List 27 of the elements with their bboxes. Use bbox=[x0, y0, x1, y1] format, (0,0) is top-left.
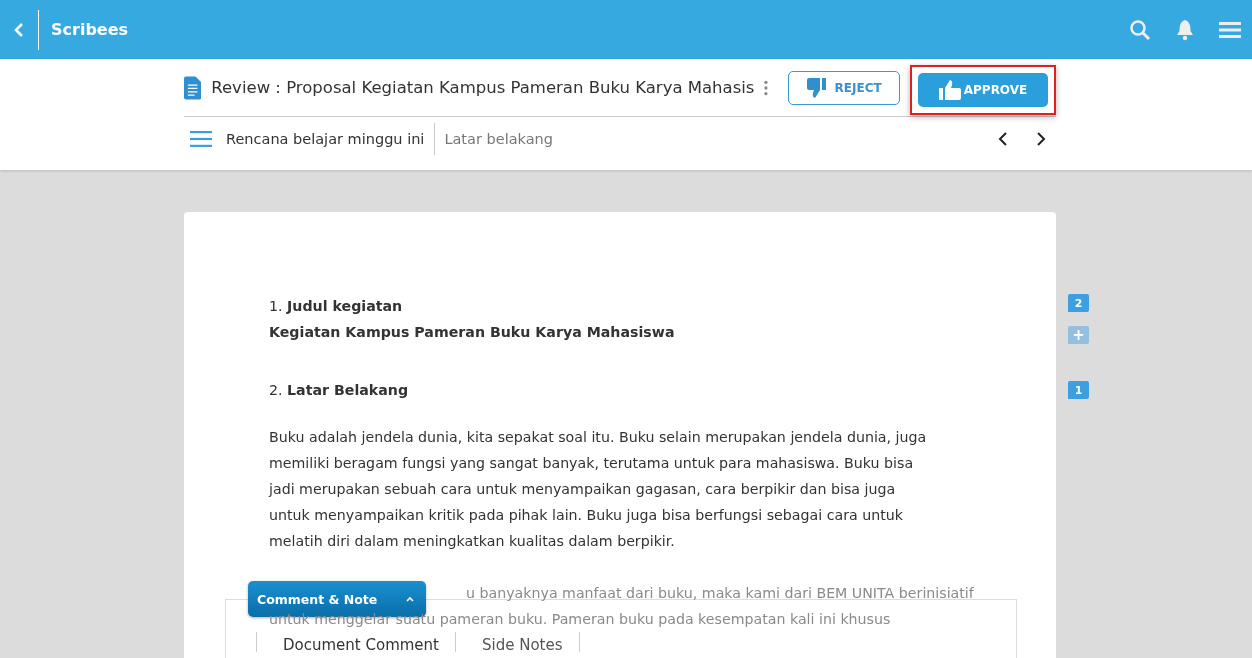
subsection-title: Latar belakang bbox=[444, 131, 553, 147]
paragraph: Buku adalah jendela dunia, kita sepakat soal itu. Buku selain merupakan jendela dunia, juga memiliki beragam fungsi yang sangat banyak, terutama untuk para mahasiswa. Buku bisa jadi merupakan sebuah cara untuk menyampaikan gagasan, cara berpikir dan bisa juga untuk menyampaikan kritik pada pihak lain. Buku juga bisa berfungsi sebagai cara untuk melatih diri dalam meningkatkan kualitas dalam berpikir. bbox=[269, 428, 928, 551]
comment-count-marker[interactable]: 2 bbox=[1068, 294, 1089, 312]
app-name: Scribees bbox=[51, 20, 129, 39]
thumbs-down-icon bbox=[806, 77, 829, 98]
bell-icon[interactable] bbox=[1175, 18, 1195, 41]
approve-button[interactable]: APPROVE bbox=[918, 72, 1048, 107]
reject-button[interactable]: REJECT bbox=[788, 70, 900, 105]
next-icon[interactable] bbox=[1036, 132, 1046, 146]
section-heading: 2. Latar Belakang bbox=[269, 381, 410, 400]
back-icon[interactable] bbox=[14, 22, 24, 37]
previous-icon[interactable] bbox=[998, 132, 1008, 146]
document-icon bbox=[184, 75, 202, 100]
menu-icon[interactable] bbox=[1219, 20, 1241, 39]
activity-title: Kegiatan Kampus Pameran Buku Karya Mahasiswa bbox=[269, 323, 676, 342]
caret-icon bbox=[406, 596, 414, 602]
thumbs-up-icon bbox=[938, 79, 961, 100]
document-title: Review : Proposal Kegiatan Kampus Pameran Buku Karya Mahasis bbox=[211, 78, 755, 97]
outline-menu-icon[interactable] bbox=[190, 131, 212, 147]
search-icon[interactable] bbox=[1129, 18, 1151, 41]
add-comment-marker[interactable]: + bbox=[1068, 326, 1089, 344]
section-heading: 1. Judul kegiatan bbox=[269, 297, 404, 316]
more-icon[interactable] bbox=[764, 79, 769, 96]
section-title: Rencana belajar minggu ini bbox=[226, 123, 436, 155]
paragraph-line: u banyaknya manfaat dari buku, maka kami dari BEM UNITA berinisiatif bbox=[466, 584, 974, 603]
comment-count-marker[interactable]: 1 bbox=[1068, 381, 1089, 399]
panel-tab[interactable]: Document Comment bbox=[256, 632, 456, 652]
